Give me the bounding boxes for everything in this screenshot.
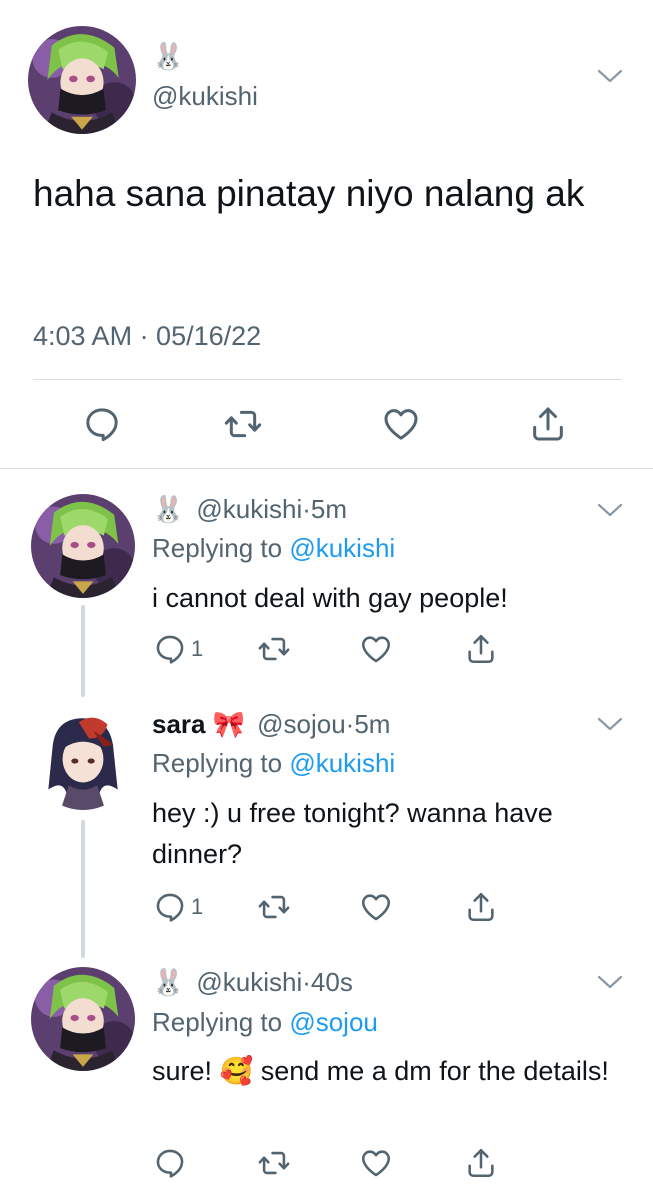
reply-icon	[153, 632, 187, 666]
mention-link[interactable]: @kukishi	[289, 533, 395, 563]
heart-icon	[381, 404, 421, 444]
reply-avatar[interactable]	[31, 967, 135, 1071]
chevron-down-icon[interactable]	[597, 502, 623, 518]
heart-icon	[359, 1146, 393, 1180]
replying-to: Replying to @sojou	[152, 1007, 378, 1037]
retweet-button[interactable]	[257, 890, 291, 924]
reply-button[interactable]	[82, 404, 122, 444]
main-avatar[interactable]	[28, 26, 136, 134]
share-icon	[464, 890, 498, 924]
retweet-icon	[257, 1146, 291, 1180]
like-button[interactable]	[359, 632, 393, 666]
retweet-button[interactable]	[257, 632, 291, 666]
divider	[33, 379, 622, 380]
like-button[interactable]	[359, 1146, 393, 1180]
reply-handle[interactable]: @kukishi	[196, 967, 302, 997]
smiling-hearts-emoji: 🥰	[219, 1056, 254, 1086]
reply-header: 🐰 @kukishi·40s	[152, 967, 353, 997]
reply-icon	[153, 1146, 187, 1180]
reply-handle[interactable]: @kukishi	[196, 494, 302, 524]
reply-text: sure! 🥰 send me a dm for the details!	[152, 1056, 609, 1086]
bow-emoji: 🎀	[212, 709, 246, 739]
thread-line	[81, 820, 85, 958]
reply-button[interactable]: 1	[153, 890, 203, 924]
main-timestamp[interactable]: 4:03 AM · 05/16/22	[33, 318, 261, 354]
reply-text: i cannot deal with gay people!	[152, 583, 508, 613]
retweet-button[interactable]	[223, 404, 263, 444]
reply-avatar[interactable]	[32, 708, 134, 810]
thread-line	[81, 605, 85, 697]
replying-to: Replying to @kukishi	[152, 533, 396, 563]
replying-to: Replying to @kukishi	[152, 748, 396, 778]
mention-link[interactable]: @sojou	[289, 1007, 378, 1037]
reply-time[interactable]: 40s	[311, 967, 353, 997]
reply-handle[interactable]: @sojou	[257, 709, 346, 739]
main-name-emoji: 🐰	[152, 41, 185, 71]
heart-icon	[359, 632, 393, 666]
user-emoji: 🐰	[152, 967, 185, 997]
reply-avatar[interactable]	[31, 494, 135, 598]
reply-button[interactable]	[153, 1146, 187, 1180]
retweet-icon	[223, 404, 263, 444]
chevron-down-icon[interactable]	[597, 68, 623, 84]
heart-icon	[359, 890, 393, 924]
share-button[interactable]	[464, 890, 498, 924]
reply-count: 1	[191, 636, 204, 661]
share-icon	[528, 404, 568, 444]
share-icon	[464, 632, 498, 666]
like-button[interactable]	[381, 404, 421, 444]
user-emoji: 🐰	[152, 494, 185, 524]
reply-icon	[82, 404, 122, 444]
like-button[interactable]	[359, 890, 393, 924]
divider	[0, 468, 653, 469]
chevron-down-icon[interactable]	[597, 974, 623, 990]
share-button[interactable]	[464, 1146, 498, 1180]
retweet-button[interactable]	[257, 1146, 291, 1180]
main-tweet-text: haha sana pinatay niyo nalang ak	[33, 173, 585, 214]
reply-text: hey :) u free tonight? wanna have dinner…	[152, 798, 553, 869]
reply-time[interactable]: 5m	[354, 709, 390, 739]
reply-time[interactable]: 5m	[311, 494, 347, 524]
reply-header: 🐰 @kukishi·5m	[152, 494, 348, 524]
retweet-icon	[257, 890, 291, 924]
retweet-icon	[257, 632, 291, 666]
reply-icon	[153, 890, 187, 924]
mention-link[interactable]: @kukishi	[289, 748, 395, 778]
display-name[interactable]: sara	[152, 709, 206, 739]
share-button[interactable]	[528, 404, 568, 444]
main-handle[interactable]: @kukishi	[152, 80, 258, 112]
reply-header: sara 🎀 @sojou·5m	[152, 709, 391, 739]
chevron-down-icon[interactable]	[597, 716, 623, 732]
share-button[interactable]	[464, 632, 498, 666]
reply-button[interactable]: 1	[153, 632, 203, 666]
share-icon	[464, 1146, 498, 1180]
reply-count: 1	[191, 894, 204, 919]
